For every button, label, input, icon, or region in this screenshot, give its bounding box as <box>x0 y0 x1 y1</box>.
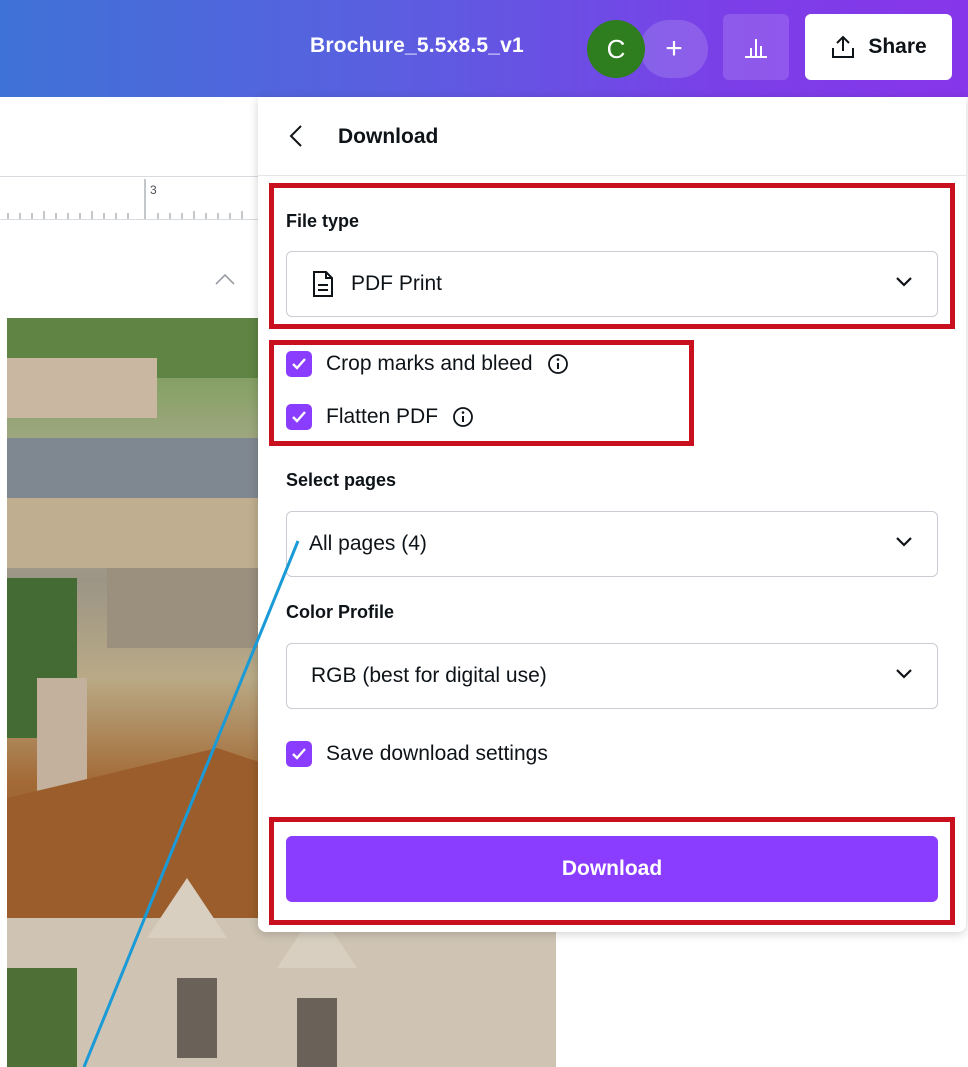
annotation-line <box>82 540 300 1067</box>
avatar[interactable]: C <box>587 20 645 78</box>
